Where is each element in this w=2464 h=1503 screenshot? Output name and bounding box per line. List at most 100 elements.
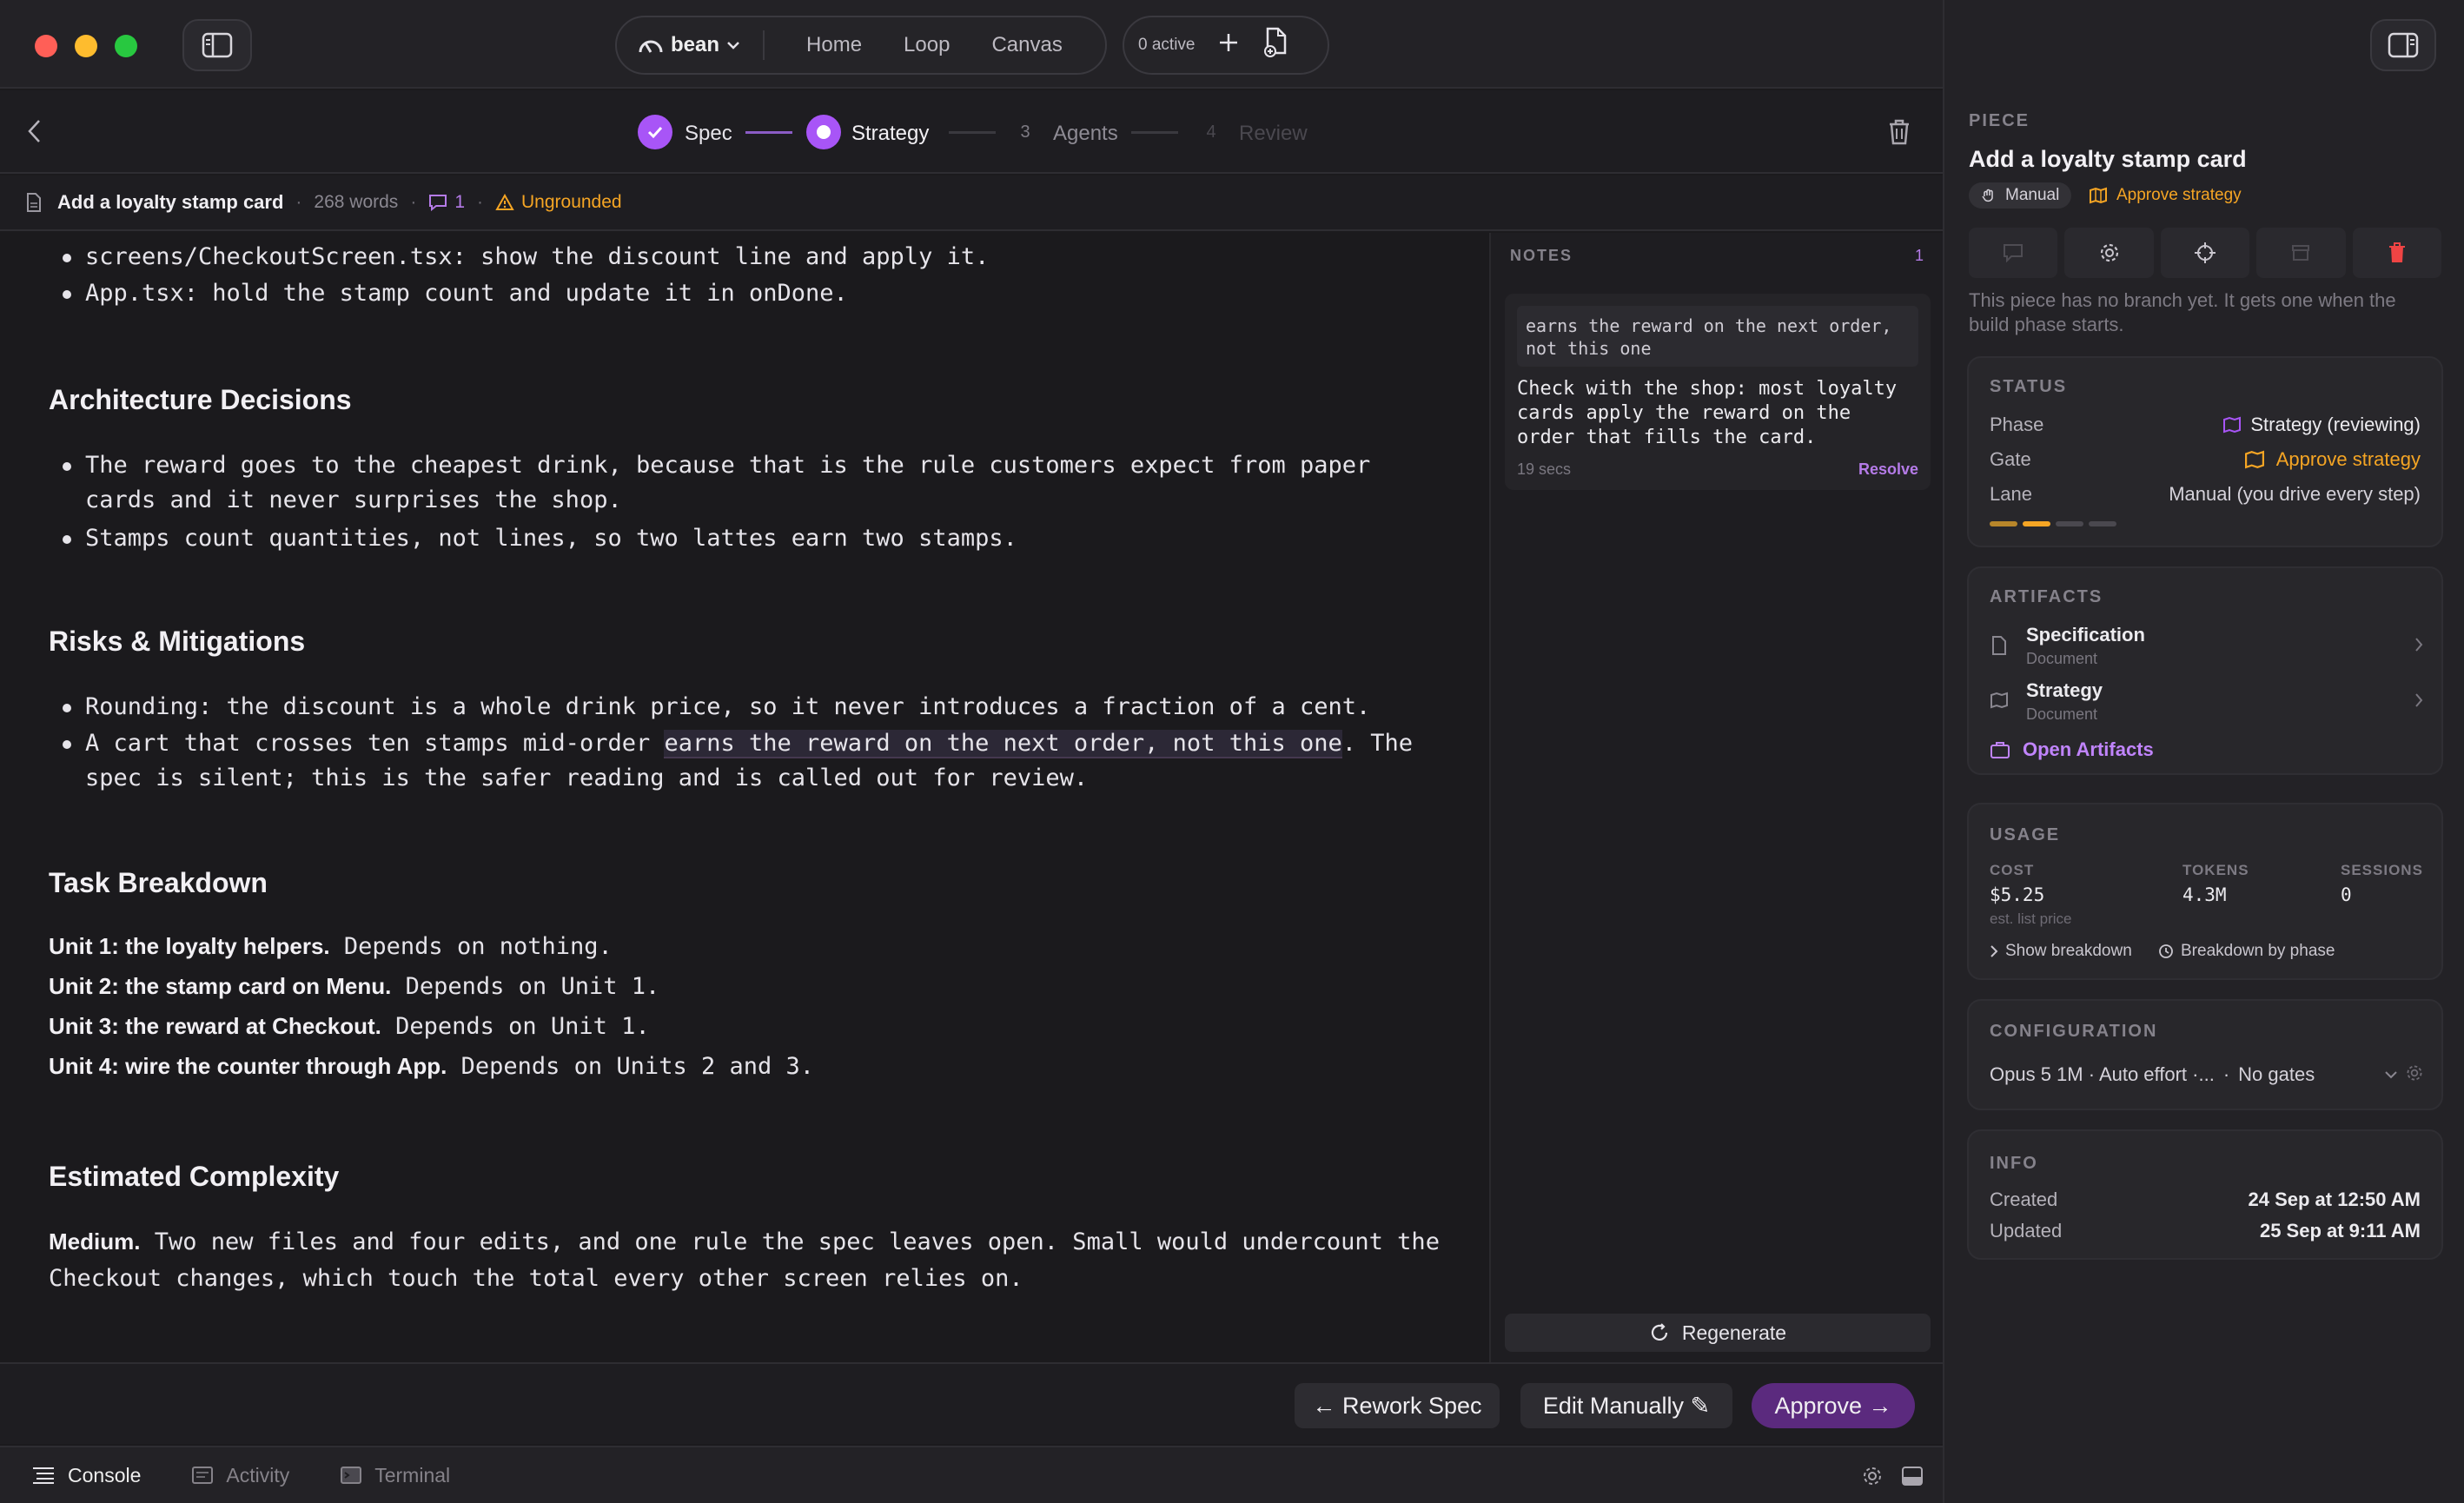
note-body-line: Check with the shop: most loyalty: [1517, 378, 1898, 400]
cost-value: $5.25: [1990, 884, 2045, 905]
tab-terminal[interactable]: Terminal: [340, 1464, 450, 1487]
artifacts-card: ARTIFACTS Specification Document Strateg…: [1967, 566, 2443, 775]
task-unit: Unit 3: the reward at Checkout. Depends …: [49, 1008, 1456, 1045]
edit-manually-button[interactable]: Edit Manually ✎: [1520, 1383, 1732, 1428]
approve-button[interactable]: Approve →: [1752, 1383, 1915, 1428]
bottom-panel-tabs: Console Activity Terminal: [0, 1446, 1943, 1503]
note-body: Check with the shop: most loyalty cards …: [1517, 377, 1897, 450]
tokens-label: TOKENS: [2182, 862, 2249, 878]
nav-home[interactable]: Home: [806, 33, 862, 57]
open-artifacts-link[interactable]: Open Artifacts: [1990, 738, 2154, 761]
tab-activity[interactable]: Activity: [191, 1464, 289, 1487]
paragraph-line: Checkout changes, which touch the total …: [49, 1265, 1023, 1292]
chat-button[interactable]: [1969, 228, 2058, 278]
artifact-item-specification[interactable]: Specification Document: [1990, 624, 2424, 672]
tab-console[interactable]: Console: [31, 1464, 141, 1487]
title-bar: bean Home Loop Canvas 0 active: [0, 0, 1943, 89]
archive-icon: [2292, 245, 2310, 261]
info-card: INFO Created 24 Sep at 12:50 AM Updated …: [1967, 1129, 2443, 1260]
gate-badge[interactable]: Approve strategy: [2089, 182, 2242, 209]
list-icon: [33, 1467, 54, 1484]
current-step-dot: [817, 125, 831, 139]
note-body-line: order that fills the card.: [1517, 427, 1817, 448]
note-card[interactable]: earns the reward on the next order, not …: [1505, 294, 1931, 490]
section-heading: Architecture Decisions: [49, 384, 352, 415]
close-window-button[interactable]: [35, 35, 57, 57]
clock-icon: [2159, 944, 2173, 958]
activity-icon: [192, 1467, 214, 1484]
grounding-status: Ungrounded: [495, 192, 622, 213]
document-add-icon: [1264, 27, 1287, 57]
lane-badge[interactable]: Manual: [1969, 182, 2072, 209]
console-settings-button[interactable]: [1861, 1465, 1884, 1493]
gate-badge-label: Approve strategy: [2116, 186, 2242, 204]
zoom-window-button[interactable]: [115, 35, 137, 57]
chevron-down-icon: [2385, 1071, 2397, 1079]
focus-button[interactable]: [2160, 228, 2250, 278]
commented-highlight[interactable]: earns the reward on the next order, not …: [664, 730, 1342, 758]
back-button[interactable]: [26, 118, 43, 150]
artifact-type: Document: [2026, 705, 2098, 723]
step-strategy-label[interactable]: Strategy: [851, 122, 929, 146]
notes-panel: NOTES 1 earns the reward on the next ord…: [1489, 233, 1943, 1362]
task-unit-name: Unit 2: the stamp card on Menu.: [49, 973, 392, 999]
nav-canvas[interactable]: Canvas: [991, 33, 1062, 57]
step-spec-indicator[interactable]: [638, 115, 672, 149]
rework-spec-button[interactable]: ← Rework Spec: [1295, 1383, 1500, 1428]
add-button[interactable]: [1217, 31, 1240, 60]
refresh-icon: [1651, 1323, 1667, 1341]
delete-button[interactable]: [1887, 118, 1911, 152]
step-strategy-indicator[interactable]: [806, 115, 841, 149]
phase-value-text: Strategy (reviewing): [2250, 414, 2421, 435]
step-agents-label[interactable]: Agents: [1053, 122, 1118, 146]
list-item-line: The reward goes to the cheapest drink, b…: [85, 452, 1371, 479]
sessions-value: 0: [2341, 884, 2352, 905]
map-icon: [1990, 692, 2008, 709]
list-item-line: spec is silent; this is the safer readin…: [85, 765, 1089, 791]
created-value: 24 Sep at 12:50 AM: [2248, 1188, 2421, 1210]
configuration-settings-button[interactable]: [2405, 1063, 2424, 1089]
configuration-selector[interactable]: Opus 5 1M · Auto effort ·... · No gates: [1990, 1063, 2398, 1086]
configuration-value: Opus 5 1M · Auto effort ·...: [1990, 1063, 2215, 1085]
delete-piece-button[interactable]: [2352, 228, 2442, 278]
cost-label: COST: [1990, 862, 2035, 878]
toggle-panel-button[interactable]: [1901, 1465, 1924, 1493]
artifact-item-strategy[interactable]: Strategy Document: [1990, 679, 2424, 728]
project-selector[interactable]: bean: [638, 30, 765, 60]
archive-button[interactable]: [2256, 228, 2346, 278]
step-connector: [745, 131, 792, 134]
lane-value: Manual (you drive every step): [2169, 483, 2421, 505]
updated-value: 25 Sep at 9:11 AM: [2259, 1220, 2421, 1241]
configuration-card: CONFIGURATION Opus 5 1M · Auto effort ·.…: [1967, 999, 2443, 1110]
sidebar-right-icon: [2388, 32, 2419, 58]
step-agents-indicator[interactable]: 3: [1008, 115, 1043, 149]
gate-value: Approve strategy: [2243, 448, 2421, 471]
new-document-button[interactable]: [1262, 27, 1288, 64]
note-timestamp: 19 secs: [1517, 460, 1572, 478]
settings-button[interactable]: [2064, 228, 2154, 278]
show-breakdown-toggle[interactable]: Show breakdown: [1990, 942, 2132, 961]
comments-count[interactable]: 1: [428, 192, 465, 213]
configuration-label: CONFIGURATION: [1990, 1022, 2158, 1041]
tab-console-label: Console: [68, 1463, 142, 1486]
list-item: screens/CheckoutScreen.tsx: show the dis…: [63, 240, 1441, 275]
step-spec-label[interactable]: Spec: [685, 122, 732, 146]
nav-loop[interactable]: Loop: [904, 33, 950, 57]
notes-label: NOTES: [1510, 247, 1573, 264]
document-icon: [1992, 636, 2006, 655]
breakdown-by-phase-toggle[interactable]: Breakdown by phase: [2158, 942, 2335, 961]
word-count: 268 words: [314, 192, 399, 212]
notes-count: 1: [1914, 247, 1924, 264]
note-quote-line: earns the reward on the next order,: [1526, 315, 1892, 336]
resolve-button[interactable]: Resolve: [1858, 460, 1918, 479]
task-unit-dependency: Depends on Unit 1.: [391, 973, 660, 1000]
sidebar-toggle-button[interactable]: [182, 19, 252, 71]
inspector-toggle-button[interactable]: [2370, 19, 2436, 71]
strategy-document[interactable]: screens/CheckoutScreen.tsx: show the dis…: [0, 233, 1487, 1362]
separator-dot: ·: [295, 192, 302, 212]
list-item: Rounding: the discount is a whole drink …: [63, 690, 1441, 725]
status-label: STATUS: [1990, 377, 2068, 396]
warning-icon: [495, 194, 514, 210]
regenerate-button[interactable]: Regenerate: [1505, 1314, 1931, 1352]
minimize-window-button[interactable]: [75, 35, 97, 57]
